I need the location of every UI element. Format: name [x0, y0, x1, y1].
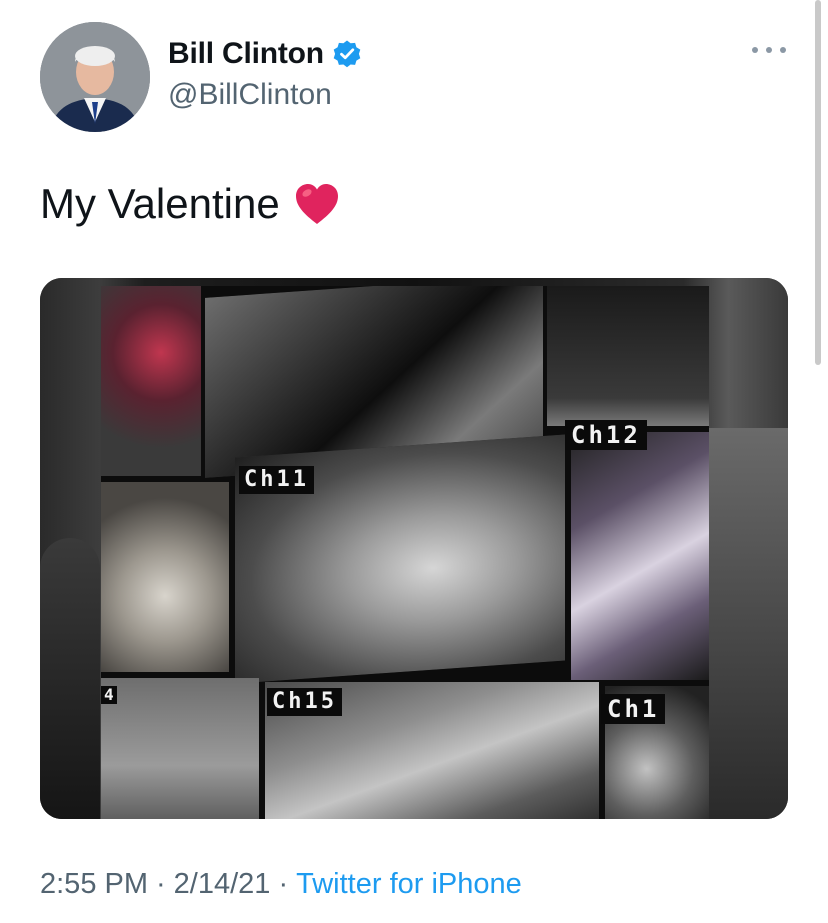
camera-feed — [101, 482, 229, 672]
display-name[interactable]: Bill Clinton — [168, 37, 324, 71]
separator: · — [156, 868, 166, 900]
dot — [780, 47, 786, 53]
channel-label-ch1: Ch1 — [601, 694, 666, 724]
camera-feed — [101, 678, 259, 819]
tweet-date[interactable]: 2/14/21 — [174, 868, 271, 901]
separator: · — [278, 868, 289, 900]
author-handle[interactable]: @BillClinton — [168, 78, 332, 112]
camera-feed — [547, 286, 709, 426]
channel-label-ch11: Ch11 — [239, 466, 314, 494]
tweet-detail: Bill Clinton @BillClinton My Valentine C… — [0, 0, 828, 923]
verified-badge-icon — [332, 39, 362, 69]
avatar[interactable] — [40, 22, 150, 132]
tweet-metadata: 2:55 PM · 2/14/21 · Twitter for iPhone — [40, 868, 522, 901]
tweet-time[interactable]: 2:55 PM — [40, 868, 148, 901]
channel-label-4: 4 — [101, 686, 117, 704]
tweet-source-link[interactable]: Twitter for iPhone — [296, 868, 522, 901]
dot — [766, 47, 772, 53]
profile-photo-icon — [40, 22, 150, 132]
more-options-icon[interactable] — [752, 40, 786, 60]
background-figure-left — [40, 538, 100, 819]
red-heart-icon — [294, 182, 340, 226]
channel-label-ch15: Ch15 — [267, 688, 342, 716]
dot — [752, 47, 758, 53]
camera-feed — [101, 286, 201, 476]
cctv-monitor-photo: Ch12 Ch11 Ch15 Ch1 4 — [101, 286, 709, 819]
tweet-text: My Valentine — [40, 180, 340, 228]
tweet-media-image[interactable]: Ch12 Ch11 Ch15 Ch1 4 — [40, 278, 788, 819]
scrollbar[interactable] — [815, 0, 821, 365]
tweet-text-content: My Valentine — [40, 180, 280, 227]
channel-label-ch12: Ch12 — [565, 420, 647, 450]
camera-feed — [571, 432, 709, 680]
background-figure-right — [708, 428, 788, 819]
author-name-row[interactable]: Bill Clinton — [168, 37, 362, 71]
